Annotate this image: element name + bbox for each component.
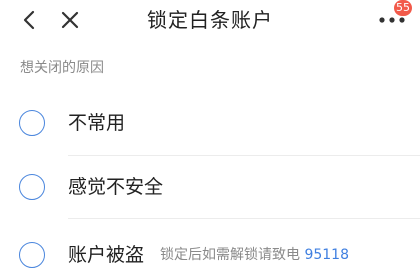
option-label: 感觉不安全 bbox=[68, 176, 164, 198]
option-label: 不常用 bbox=[68, 112, 126, 134]
hint-text: 锁定后如需解锁请致电 bbox=[160, 247, 305, 263]
nav-header: 锁定白条账户 55 bbox=[0, 0, 420, 44]
radio-button[interactable] bbox=[19, 242, 45, 268]
radio-button[interactable] bbox=[19, 110, 45, 136]
divider bbox=[68, 155, 420, 156]
divider bbox=[68, 218, 420, 219]
section-label: 想关闭的原因 bbox=[20, 60, 104, 76]
hotline-link[interactable]: 95118 bbox=[304, 247, 349, 263]
notification-badge: 55 bbox=[394, 0, 412, 16]
page-title: 锁定白条账户 bbox=[147, 8, 273, 32]
option-not-used[interactable]: 不常用 bbox=[0, 98, 420, 148]
option-stolen[interactable]: 账户被盗 锁定后如需解锁请致电 95118 bbox=[0, 230, 420, 280]
unlock-hint: 锁定后如需解锁请致电 95118 bbox=[160, 245, 349, 265]
lock-account-page: 锁定白条账户 55 想关闭的原因 不常用 感觉不安全 账户被盗 锁定后如需解锁请… bbox=[0, 0, 420, 280]
radio-button[interactable] bbox=[19, 174, 45, 200]
option-label: 账户被盗 bbox=[68, 244, 145, 266]
option-unsafe[interactable]: 感觉不安全 bbox=[0, 162, 420, 212]
more-dots-icon bbox=[379, 17, 405, 23]
